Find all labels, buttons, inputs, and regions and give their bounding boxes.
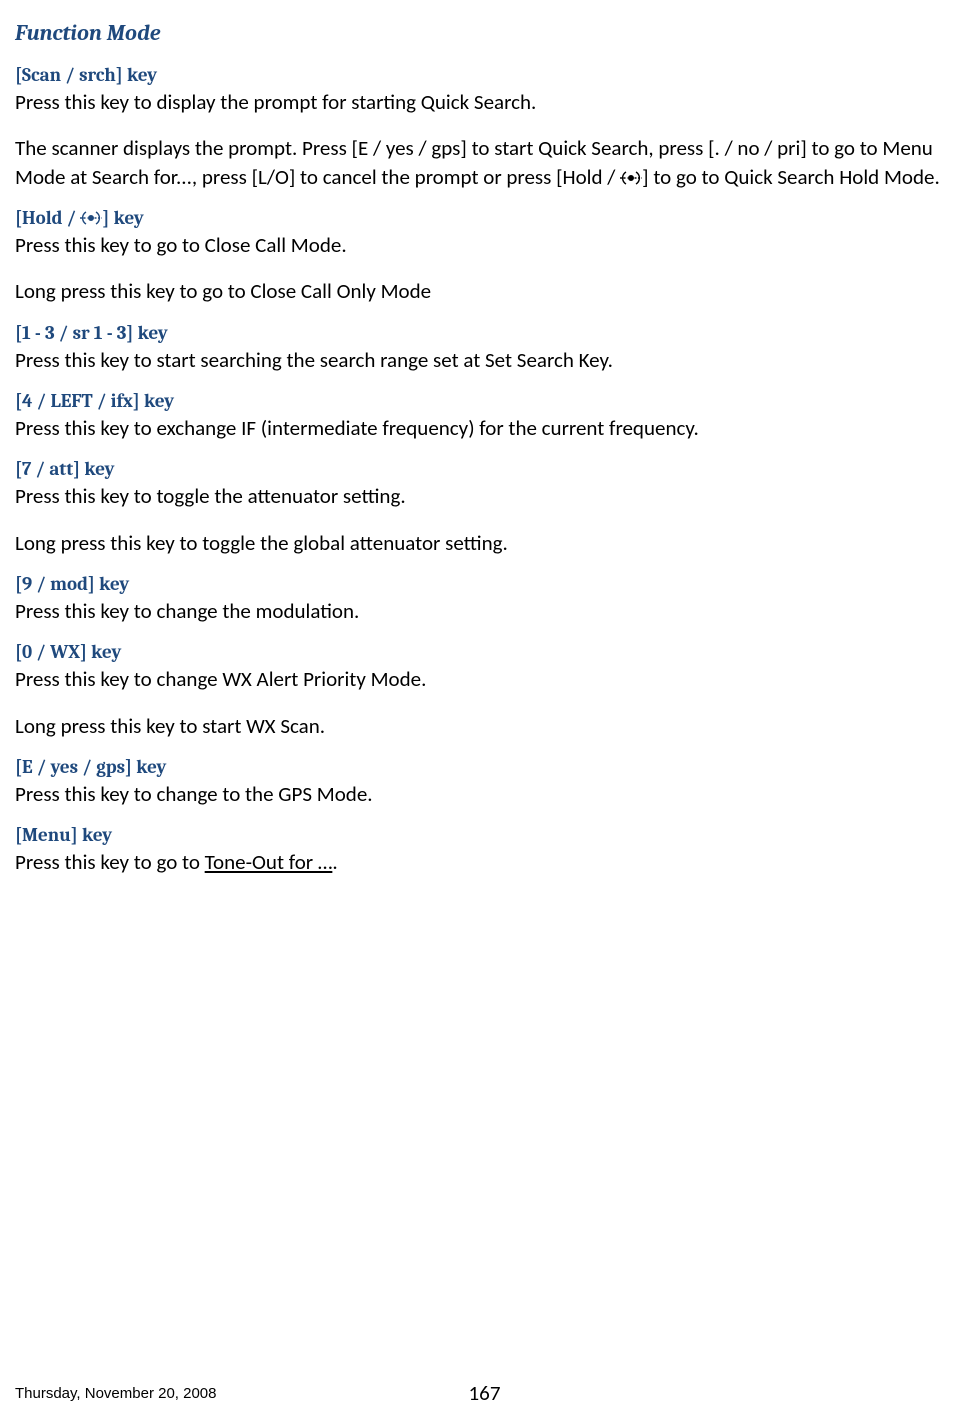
menu-heading: [Menu] key [15,824,954,846]
att-line1: Press this key to toggle the attenuator … [15,482,954,510]
menu-line1-b: . [332,849,337,875]
scan-srch-heading: [Scan / srch] key [15,64,954,86]
sr13-line1: Press this key to start searching the se… [15,346,954,374]
sr13-heading: [1 - 3 / sr 1 - 3] key [15,322,954,344]
close-call-icon [620,170,642,186]
wx-line1: Press this key to change WX Alert Priori… [15,665,954,693]
hold-heading: [Hold / ] key [15,207,954,229]
gps-line1: Press this key to change to the GPS Mode… [15,780,954,808]
left-ifx-heading: [4 / LEFT / ifx] key [15,390,954,412]
hold-heading-a: [Hold / [15,207,80,229]
footer-date: Thursday, November 20, 2008 [15,1385,217,1402]
scan-srch-line1: Press this key to display the prompt for… [15,88,954,116]
page-footer: Thursday, November 20, 2008 167 [15,1385,954,1403]
scan-srch-para2-b: ] to go to Quick Search Hold Mode. [642,164,940,190]
left-ifx-line1: Press this key to exchange IF (intermedi… [15,414,954,442]
att-heading: [7 / att] key [15,458,954,480]
wx-line2: Long press this key to start WX Scan. [15,712,954,740]
footer-page-number: 167 [469,1380,501,1406]
scan-srch-para2: The scanner displays the prompt. Press [… [15,134,954,191]
menu-line1: Press this key to go to Tone-Out for …. [15,848,954,876]
gps-heading: [E / yes / gps] key [15,756,954,778]
hold-line1: Press this key to go to Close Call Mode. [15,231,954,259]
tone-out-link[interactable]: Tone-Out for … [205,849,333,875]
hold-heading-b: ] key [102,207,143,229]
hold-line2: Long press this key to go to Close Call … [15,277,954,305]
att-line2: Long press this key to toggle the global… [15,529,954,557]
mod-heading: [9 / mod] key [15,573,954,595]
mod-line1: Press this key to change the modulation. [15,597,954,625]
menu-line1-a: Press this key to go to [15,849,205,875]
section-title: Function Mode [15,20,954,46]
close-call-icon [80,210,102,226]
wx-heading: [0 / WX] key [15,641,954,663]
